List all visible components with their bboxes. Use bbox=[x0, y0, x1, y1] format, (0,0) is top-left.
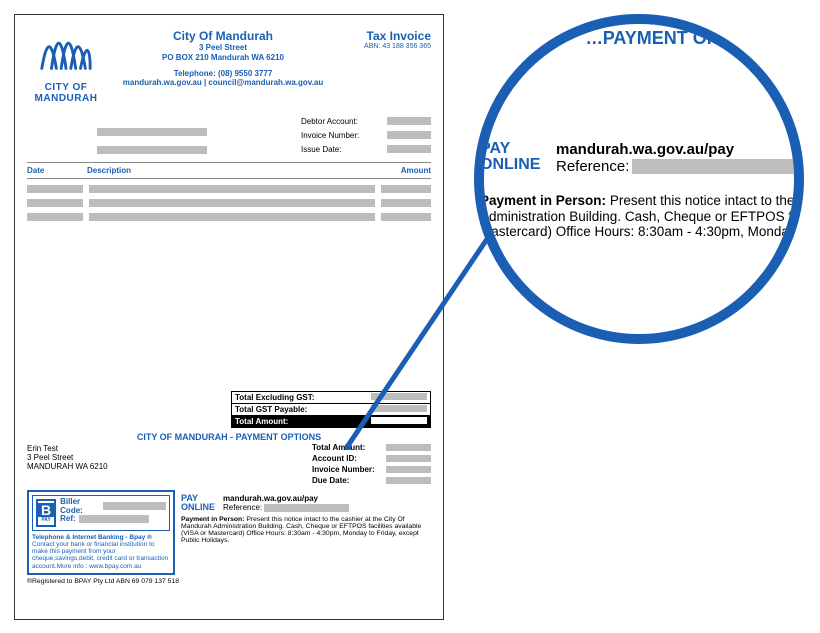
magnifier-callout: ...PAYMENT OPTIONS InvoicD PAY ONLINE ma… bbox=[474, 14, 804, 344]
tel-label: Telephone: bbox=[174, 69, 216, 78]
payment-in-person: Payment in Person: Present this notice i… bbox=[181, 516, 431, 545]
inv-num-value bbox=[387, 131, 431, 139]
ex-gst-value bbox=[371, 393, 427, 400]
abn: 43 188 356 365 bbox=[382, 43, 431, 50]
pm-acct: Account ID: bbox=[312, 454, 382, 463]
mag-url: mandurah.wa.gov.au/pay bbox=[556, 141, 797, 158]
mag-title: ...PAYMENT OPTIONS bbox=[500, 28, 804, 49]
pm-total: Total Amount: bbox=[312, 443, 382, 452]
org-block: City Of Mandurah 3 Peel Street PO BOX 21… bbox=[115, 29, 331, 88]
payment-options-title: CITY OF MANDURAH - PAYMENT OPTIONS bbox=[27, 432, 431, 442]
customer-address: Erin Test 3 Peel Street MANDURAH WA 6210 bbox=[27, 444, 225, 486]
header: CITY OFMANDURAH City Of Mandurah 3 Peel … bbox=[27, 29, 431, 104]
mag-ref-label: Reference: bbox=[556, 158, 629, 175]
bpay-foot-title: Telephone & Internet Banking - Bpay ® bbox=[32, 534, 152, 541]
org-addr1: 3 Peel Street bbox=[115, 43, 331, 53]
issue-date-label: Issue Date: bbox=[301, 145, 381, 154]
tax-block: Tax Invoice ABN: 43 188 356 365 bbox=[341, 29, 431, 50]
invoice-meta: Debtor Account: Invoice Number: Issue Da… bbox=[27, 114, 431, 156]
logo-block: CITY OFMANDURAH bbox=[27, 29, 105, 104]
pay-online-label: PAY ONLINE bbox=[181, 494, 219, 512]
cust-addr2: MANDURAH WA 6210 bbox=[27, 462, 225, 471]
inv-num-label: Invoice Number: bbox=[301, 131, 381, 140]
col-amount: Amount bbox=[371, 166, 431, 175]
debtor-value bbox=[387, 117, 431, 125]
bpay-ref-label: Ref: bbox=[60, 514, 76, 523]
org-email: mandurah.wa.gov.au | council@mandurah.wa… bbox=[115, 78, 331, 88]
gst-value bbox=[371, 405, 427, 412]
cust-addr1: 3 Peel Street bbox=[27, 453, 225, 462]
pm-due: Due Date: bbox=[312, 476, 382, 485]
gst-label: Total GST Payable: bbox=[235, 405, 307, 414]
mag-pay-online: PAY ONLINE mandurah.wa.gov.au/pay Refere… bbox=[480, 141, 804, 175]
pay-online-url: mandurah.wa.gov.au/pay bbox=[223, 494, 349, 503]
totals-box: Total Excluding GST: Total GST Payable: … bbox=[231, 391, 431, 428]
col-date: Date bbox=[27, 166, 87, 175]
redacted-line bbox=[97, 146, 207, 154]
total-label: Total Amount: bbox=[235, 417, 288, 426]
ex-gst-label: Total Excluding GST: bbox=[235, 393, 314, 402]
pm-inv: Invoice Number: bbox=[312, 465, 382, 474]
pay-online-block: PAY ONLINE mandurah.wa.gov.au/pay Refere… bbox=[181, 494, 431, 512]
table-row bbox=[27, 185, 431, 193]
mandurah-logo-icon bbox=[37, 29, 95, 73]
pay-online-ref-value bbox=[264, 504, 349, 512]
invoice-page: CITY OFMANDURAH City Of Mandurah 3 Peel … bbox=[14, 14, 444, 620]
debtor-label: Debtor Account: bbox=[301, 117, 381, 126]
total-value bbox=[371, 417, 427, 424]
bpay-logo-icon: BPAY bbox=[36, 499, 56, 527]
bpay-ref-value bbox=[79, 515, 149, 523]
mag-in-person: Payment in Person: Present this notice i… bbox=[480, 193, 804, 240]
org-addr2: PO BOX 210 Mandurah WA 6210 bbox=[115, 53, 331, 63]
biller-code-label: Biller Code: bbox=[60, 497, 100, 515]
logo-text-2: MANDURAH bbox=[35, 93, 98, 104]
org-name: City Of Mandurah bbox=[115, 29, 331, 43]
bpay-box: BPAY Biller Code: Ref: Telephone & Inter… bbox=[27, 490, 175, 575]
redacted-line bbox=[97, 128, 207, 136]
biller-code-value bbox=[103, 502, 166, 510]
table-row bbox=[27, 213, 431, 221]
logo-text-1: CITY OF bbox=[45, 82, 88, 93]
bpay-url: www.bpay.com.au bbox=[89, 563, 141, 570]
mag-inv-frag: InvoicD bbox=[480, 79, 804, 111]
tax-invoice-title: Tax Invoice bbox=[341, 29, 431, 43]
payment-meta: Total Amount: Account ID: Invoice Number… bbox=[233, 442, 431, 486]
issue-date-value bbox=[387, 145, 431, 153]
bpay-registered: ®Registered to BPAY Pty Ltd ABN 69 079 1… bbox=[27, 578, 431, 585]
line-items-header: Date Description Amount bbox=[27, 162, 431, 179]
cust-name: Erin Test bbox=[27, 444, 225, 453]
col-desc: Description bbox=[87, 166, 371, 175]
mag-ref-value bbox=[632, 159, 797, 174]
pay-online-ref-label: Reference: bbox=[223, 503, 262, 512]
table-row bbox=[27, 199, 431, 207]
abn-label: ABN: bbox=[364, 43, 380, 50]
tel: (08) 9550 3777 bbox=[218, 69, 272, 78]
line-items bbox=[27, 185, 431, 221]
